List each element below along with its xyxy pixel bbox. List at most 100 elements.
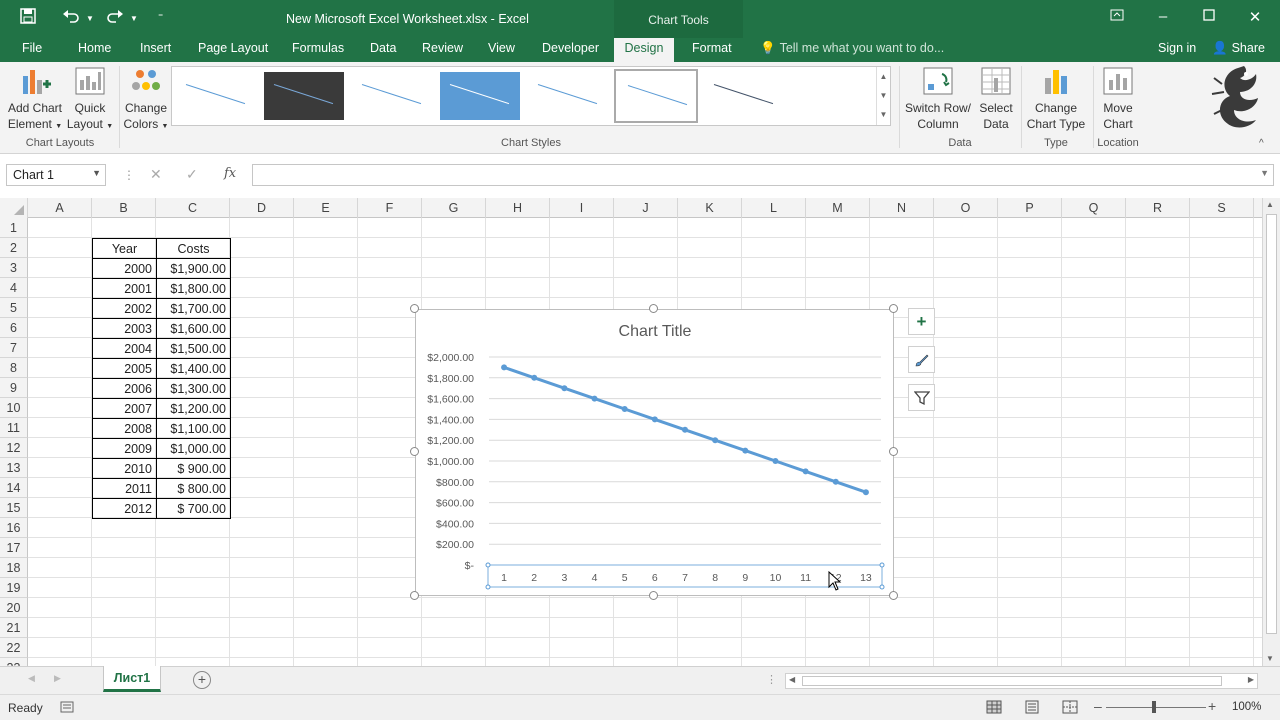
tab-insert[interactable]: Insert [132,38,179,62]
table-cell[interactable]: 2002 [92,298,157,319]
chart-styles-gallery[interactable]: ▲ ▼ ▼ [171,66,891,126]
row-header-4[interactable]: 4 [0,278,28,298]
table-cell[interactable]: $1,100.00 [156,418,231,439]
table-cell[interactable]: $ 900.00 [156,458,231,479]
table-cell[interactable]: $1,000.00 [156,438,231,459]
chart-elements-plus-icon[interactable]: + [908,308,935,335]
table-cell[interactable]: 2000 [92,258,157,279]
row-header-10[interactable]: 10 [0,398,28,418]
table-cell[interactable]: $ 700.00 [156,498,231,519]
column-header-l[interactable]: L [742,198,806,218]
collapse-ribbon-icon[interactable]: ^ [1259,138,1264,149]
table-cell[interactable]: $1,400.00 [156,358,231,379]
chart-style-thumb[interactable] [528,72,608,120]
scroll-up-icon[interactable]: ▲ [1266,200,1274,209]
column-header-k[interactable]: K [678,198,742,218]
scroll-down-icon[interactable]: ▼ [1266,654,1274,663]
chart-style-thumb[interactable] [352,72,432,120]
table-cell[interactable]: 2006 [92,378,157,399]
row-header-23[interactable]: 23 [0,658,28,666]
row-header-6[interactable]: 6 [0,318,28,338]
sheet-prev-icon[interactable]: ◀ [28,673,35,684]
resize-handle[interactable] [889,447,898,456]
resize-handle[interactable] [410,304,419,313]
save-icon[interactable] [20,8,36,28]
sheet-tab-active[interactable]: Лист1 [103,666,161,692]
ribbon-display-options-icon[interactable] [1107,8,1127,25]
tab-design[interactable]: Design [614,38,674,62]
chart-style-thumb[interactable] [264,72,344,120]
cancel-icon[interactable]: ✕ [150,166,162,183]
gallery-scroll-up-icon[interactable]: ▲ [876,67,890,86]
table-cell[interactable]: Year [92,238,157,259]
table-cell[interactable]: 2004 [92,338,157,359]
close-icon[interactable]: ✕ [1245,8,1265,26]
row-header-14[interactable]: 14 [0,478,28,498]
table-cell[interactable]: 2008 [92,418,157,439]
tab-split-grip-icon[interactable]: ⋮ [766,673,777,686]
column-header-p[interactable]: P [998,198,1062,218]
column-header-s[interactable]: S [1190,198,1254,218]
chart-style-thumb[interactable] [440,72,520,120]
column-header-r[interactable]: R [1126,198,1190,218]
column-header-j[interactable]: J [614,198,678,218]
table-cell[interactable]: $1,600.00 [156,318,231,339]
row-header-2[interactable]: 2 [0,238,28,258]
row-header-8[interactable]: 8 [0,358,28,378]
table-cell[interactable]: 2012 [92,498,157,519]
zoom-level[interactable]: 100% [1232,701,1261,713]
sheet-next-icon[interactable]: ▶ [54,673,61,684]
table-cell[interactable]: 2009 [92,438,157,459]
row-header-11[interactable]: 11 [0,418,28,438]
row-header-21[interactable]: 21 [0,618,28,638]
chart-style-thumb[interactable] [704,72,784,120]
tab-review[interactable]: Review [414,38,471,62]
tell-me-search[interactable]: 💡 Tell me what you want to do... [760,41,944,56]
add-sheet-icon[interactable]: + [193,671,211,689]
table-cell[interactable]: $1,200.00 [156,398,231,419]
gallery-more-icon[interactable]: ▼ [876,105,890,125]
tab-page-layout[interactable]: Page Layout [190,38,276,62]
vertical-scroll-thumb[interactable] [1266,214,1277,634]
table-cell[interactable]: $ 800.00 [156,478,231,499]
add-chart-element-button[interactable]: Add Chart Element ▼ [4,66,66,135]
table-cell[interactable]: 2005 [92,358,157,379]
column-header-g[interactable]: G [422,198,486,218]
macro-record-icon[interactable] [60,701,74,716]
page-layout-view-icon[interactable] [1024,700,1040,717]
normal-view-icon[interactable] [986,700,1002,717]
chart-styles-brush-icon[interactable] [908,346,935,373]
maximize-icon[interactable] [1199,8,1219,25]
table-cell[interactable]: $1,500.00 [156,338,231,359]
row-header-22[interactable]: 22 [0,638,28,658]
resize-handle[interactable] [889,304,898,313]
move-chart-button[interactable]: Move Chart [1096,66,1140,132]
column-header-n[interactable]: N [870,198,934,218]
column-header-q[interactable]: Q [1062,198,1126,218]
row-header-1[interactable]: 1 [0,218,28,238]
table-cell[interactable]: 2001 [92,278,157,299]
table-cell[interactable]: 2007 [92,398,157,419]
table-cell[interactable]: Costs [156,238,231,259]
tab-developer[interactable]: Developer [534,38,607,62]
resize-handle[interactable] [889,591,898,600]
row-header-20[interactable]: 20 [0,598,28,618]
horizontal-scroll-thumb[interactable] [802,676,1222,686]
row-header-17[interactable]: 17 [0,538,28,558]
select-data-button[interactable]: Select Data [974,66,1018,132]
change-colors-button[interactable]: Change Colors ▼ [122,66,170,135]
redo-dropdown-icon[interactable]: ▼ [130,14,138,23]
quick-layout-button[interactable]: Quick Layout ▼ [66,66,114,135]
tab-data[interactable]: Data [362,38,404,62]
row-header-5[interactable]: 5 [0,298,28,318]
minimize-icon[interactable]: – [1153,8,1173,25]
select-all-corner[interactable] [0,198,28,218]
zoom-slider-thumb[interactable] [1152,701,1156,713]
row-header-18[interactable]: 18 [0,558,28,578]
table-cell[interactable]: 2011 [92,478,157,499]
row-header-19[interactable]: 19 [0,578,28,598]
column-header-o[interactable]: O [934,198,998,218]
column-header-m[interactable]: M [806,198,870,218]
change-chart-type-button[interactable]: Change Chart Type [1024,66,1088,132]
tab-format[interactable]: Format [684,38,740,62]
